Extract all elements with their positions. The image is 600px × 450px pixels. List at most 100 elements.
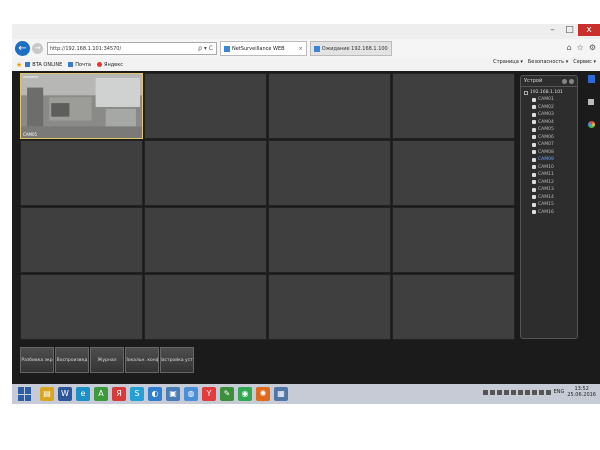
device-root[interactable]: 192.168.1.101 (524, 89, 575, 96)
camera-tree-item[interactable]: CAM03 (524, 111, 575, 119)
camera-name: CAM14 (538, 194, 554, 200)
tray-icon[interactable] (545, 389, 551, 395)
firefox-icon[interactable]: ✺ (256, 387, 270, 401)
video-cell-camera-feed[interactable]: 00000000 CAM05 (20, 73, 143, 139)
video-cell[interactable] (144, 73, 267, 139)
tray-icon[interactable] (538, 389, 544, 395)
tab-waiting[interactable]: Ожидание 192.168.1.100 (309, 41, 392, 56)
star-icon[interactable]: ☆ (577, 43, 584, 52)
word-icon[interactable]: W (58, 387, 72, 401)
close-button[interactable]: x (578, 24, 600, 36)
yandex-browser-icon[interactable]: Y (202, 387, 216, 401)
ptz-icon[interactable] (588, 99, 594, 105)
favorite-label: Яндекс (103, 61, 124, 68)
camera-tree-item[interactable]: CAM09 (524, 156, 575, 164)
camera-tree-item[interactable]: CAM04 (524, 119, 575, 127)
camera-tree-item[interactable]: CAM08 (524, 149, 575, 157)
camera-tree-item[interactable]: CAM11 (524, 171, 575, 179)
android-icon[interactable]: A (94, 387, 108, 401)
camera-tree-item[interactable]: CAM16 (524, 209, 575, 217)
camera-tree-item[interactable]: CAM14 (524, 194, 575, 202)
start-button[interactable] (18, 387, 32, 401)
tray-icon[interactable] (489, 389, 495, 395)
camera-tree-item[interactable]: CAM02 (524, 104, 575, 112)
paint-icon[interactable]: ✎ (220, 387, 234, 401)
tray-icon[interactable] (524, 389, 530, 395)
address-bar[interactable]: http://192.168.1.101:34570/ ρ ▾ C (47, 42, 217, 55)
camera-icon (532, 210, 536, 215)
camera-tree-item[interactable]: CAM15 (524, 201, 575, 209)
camera-tree-item[interactable]: CAM10 (524, 164, 575, 172)
video-grid: 00000000 CAM05 (20, 73, 516, 341)
gear-icon[interactable]: ⚙ (589, 43, 596, 52)
tray-icon[interactable] (531, 389, 537, 395)
video-cell[interactable] (144, 274, 267, 340)
tray-icon[interactable] (503, 389, 509, 395)
skype-icon[interactable]: S (130, 387, 144, 401)
device-config-button[interactable]: Настройка устр (160, 347, 194, 373)
favorite-bta-online[interactable]: BTA ONLINE (25, 62, 62, 68)
video-cell[interactable] (392, 207, 515, 273)
refresh-icon[interactable] (562, 78, 567, 84)
video-cell[interactable] (20, 207, 143, 273)
language-indicator[interactable]: ENG (554, 389, 565, 395)
tab-close-icon[interactable]: × (299, 46, 303, 52)
log-button[interactable]: Журнал (90, 347, 124, 373)
camera-name: CAM02 (538, 104, 554, 110)
video-cell[interactable] (20, 274, 143, 340)
internet-explorer-icon[interactable]: e (76, 387, 90, 401)
local-config-button[interactable]: Локальн. конф (125, 347, 159, 373)
camera-tree-item[interactable]: CAM07 (524, 141, 575, 149)
video-cell[interactable] (392, 73, 515, 139)
video-cell[interactable] (144, 140, 267, 206)
home-icon[interactable]: ⌂ (567, 43, 572, 52)
tab-netsurveillance[interactable]: NetSurveillance WEB × (220, 41, 307, 56)
forward-button[interactable]: → (32, 43, 43, 54)
yandex-icon[interactable]: Я (112, 387, 126, 401)
camera-tree-item[interactable]: CAM13 (524, 186, 575, 194)
printer-icon[interactable]: ▦ (274, 387, 288, 401)
tray-icon[interactable] (517, 389, 523, 395)
menu-page[interactable]: Страница ▾ (493, 59, 523, 65)
back-button[interactable]: ← (15, 41, 30, 56)
video-cell[interactable] (268, 207, 391, 273)
clock[interactable]: 13:52 25.06.2016 (567, 386, 596, 398)
video-cell[interactable] (144, 207, 267, 273)
globe-icon[interactable]: ◍ (184, 387, 198, 401)
media-player-icon[interactable]: ◐ (148, 387, 162, 401)
camera-tree-item[interactable]: CAM05 (524, 126, 575, 134)
video-cell[interactable] (392, 274, 515, 340)
color-icon[interactable] (587, 121, 595, 128)
camera-tree-item[interactable]: CAM12 (524, 179, 575, 187)
tray-icon[interactable] (496, 389, 502, 395)
tray-icon[interactable] (510, 389, 516, 395)
video-cell[interactable] (268, 274, 391, 340)
camera-icon (532, 195, 536, 200)
video-cell[interactable] (392, 140, 515, 206)
tray-icon[interactable] (482, 389, 488, 395)
split-screen-button[interactable]: Разбивка экр (20, 347, 54, 373)
expand-icon[interactable] (524, 90, 528, 95)
video-cell[interactable] (268, 73, 391, 139)
minimize-button[interactable]: – (544, 24, 561, 36)
network-icon[interactable]: ▣ (166, 387, 180, 401)
video-cell[interactable] (20, 140, 143, 206)
maximize-button[interactable]: □ (561, 24, 578, 36)
favorite-yandex[interactable]: Яндекс (96, 61, 124, 68)
camera-icon (532, 112, 536, 117)
camera-tree-item[interactable]: CAM06 (524, 134, 575, 142)
file-explorer-icon[interactable]: ▤ (40, 387, 54, 401)
camera-icon (532, 180, 536, 185)
playback-button[interactable]: Воспроизвед (55, 347, 89, 373)
settings-icon[interactable] (569, 78, 574, 84)
menu-tools[interactable]: Сервис ▾ (573, 59, 596, 65)
favorites-star-icon[interactable]: ★ (16, 61, 22, 69)
camera-label: CAM05 (23, 132, 38, 137)
grid-view-icon[interactable] (587, 75, 595, 83)
address-tools[interactable]: ρ ▾ C (198, 45, 213, 52)
chrome-icon[interactable]: ◉ (238, 387, 252, 401)
favorite-mail[interactable]: Почта (68, 62, 91, 68)
menu-security[interactable]: Безопасность ▾ (528, 59, 568, 65)
camera-tree-item[interactable]: CAM01 (524, 96, 575, 104)
video-cell[interactable] (268, 140, 391, 206)
